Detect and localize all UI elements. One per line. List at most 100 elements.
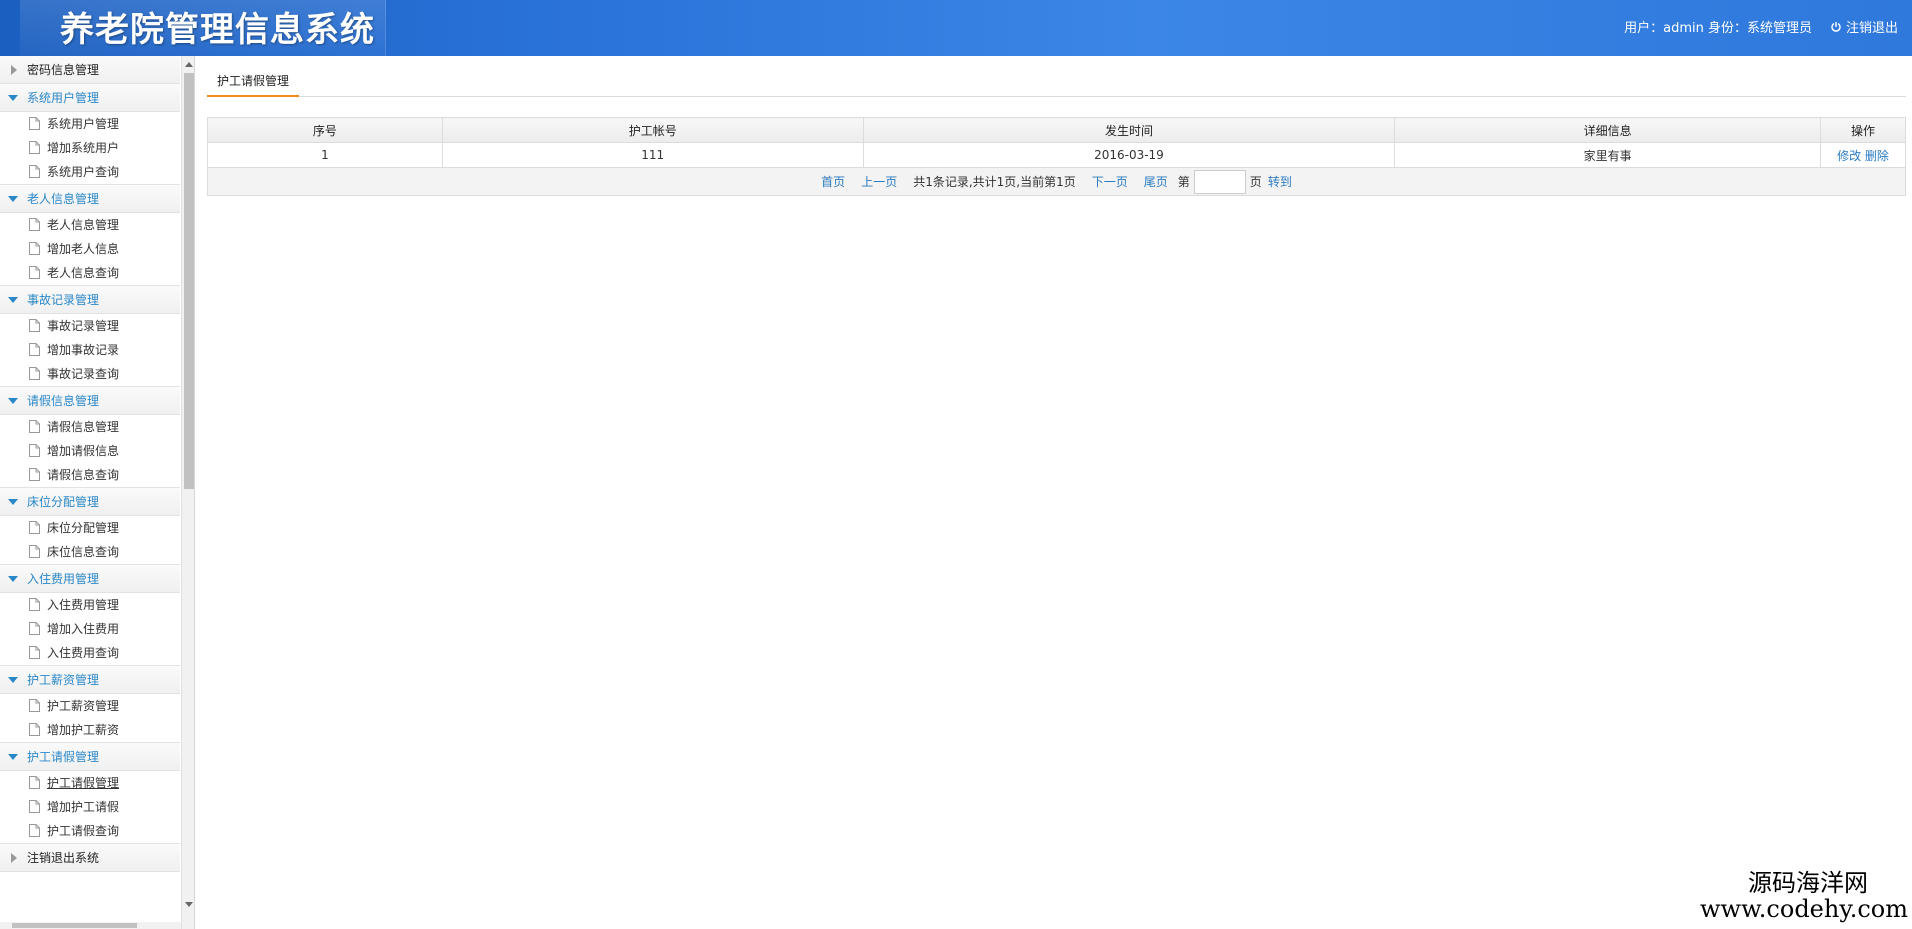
sidebar-group-1[interactable]: 系统用户管理 — [0, 84, 180, 112]
sidebar-item[interactable]: 护工请假查询 — [0, 819, 180, 843]
sidebar-sublist: 护工薪资管理增加护工薪资 — [0, 694, 180, 743]
col-header: 详细信息 — [1394, 117, 1822, 143]
sidebar-item-label: 增加请假信息 — [47, 444, 120, 458]
watermark-cn: 源码海洋网 — [1748, 869, 1868, 897]
sidebar-item-label: 增加护工请假 — [47, 800, 120, 814]
page-suffix: 页 — [1249, 175, 1262, 189]
sidebar-item[interactable]: 增加护工请假 — [0, 795, 180, 819]
last-page-link[interactable]: 尾页 — [1144, 173, 1168, 190]
sidebar-group-8[interactable]: 护工请假管理 — [0, 743, 180, 771]
document-icon — [29, 141, 40, 154]
sidebar-sublist: 护工请假管理 增加护工请假 护工请假查询 — [0, 771, 180, 844]
document-icon — [29, 824, 40, 837]
logout-button[interactable]: 注销退出 — [1830, 17, 1898, 36]
sidebar-item[interactable]: 请假信息管理 — [0, 415, 180, 439]
sidebar-item[interactable]: 护工薪资管理 — [0, 694, 180, 718]
sidebar-hscrollbar[interactable] — [0, 922, 181, 929]
sidebar-item[interactable]: 增加入住费用 — [0, 617, 180, 641]
sidebar-item[interactable]: 护工请假管理 — [0, 771, 180, 795]
cell-account: 111 — [441, 142, 864, 168]
sidebar-item[interactable]: 入住费用管理 — [0, 593, 180, 617]
sidebar-group-5[interactable]: 床位分配管理 — [0, 488, 180, 516]
document-icon — [29, 343, 40, 356]
first-page-link[interactable]: 首页 — [821, 173, 845, 190]
sidebar-item[interactable]: 增加老人信息 — [0, 237, 180, 261]
sidebar-item-label: 入住费用管理 — [47, 598, 120, 612]
sidebar-item-label: 护工请假查询 — [47, 824, 120, 838]
sidebar-group-label: 系统用户管理 — [27, 91, 100, 105]
logout-label: 注销退出 — [1845, 21, 1898, 36]
caret-right-icon — [11, 853, 17, 863]
sidebar-item[interactable]: 系统用户管理 — [0, 112, 180, 136]
sidebar: 密码信息管理 系统用户管理 系统用户管理 增加系统用户 系统用户查询 老人信息管理 老人信息… — [0, 56, 195, 929]
sidebar-item[interactable]: 增加事故记录 — [0, 338, 180, 362]
edit-link[interactable]: 修改 — [1837, 149, 1861, 163]
sidebar-scrollbar[interactable] — [181, 56, 194, 929]
cell-time: 2016-03-19 — [862, 142, 1396, 168]
sidebar-group-0[interactable]: 密码信息管理 — [0, 56, 180, 84]
sidebar-group-label: 护工请假管理 — [27, 750, 100, 764]
caret-down-icon — [8, 499, 18, 505]
sidebar-item-label: 床位分配管理 — [47, 521, 120, 535]
next-page-link[interactable]: 下一页 — [1092, 173, 1128, 190]
document-icon — [29, 420, 40, 433]
scroll-thumb[interactable] — [184, 73, 194, 489]
sidebar-item[interactable]: 入住费用查询 — [0, 641, 180, 665]
sidebar-group-label: 请假信息管理 — [27, 394, 100, 408]
table-row: 1 111 2016-03-19 家里有事 修改 删除 — [207, 142, 1906, 168]
user-info: 用户：admin 身份：系统管理员 — [1624, 21, 1812, 36]
sidebar-item[interactable]: 增加护工薪资 — [0, 718, 180, 742]
caret-down-icon — [8, 576, 18, 582]
prev-page-link[interactable]: 上一页 — [861, 173, 897, 190]
caret-down-icon — [8, 398, 18, 404]
sidebar-item-label: 护工薪资管理 — [47, 699, 120, 713]
sidebar-item[interactable]: 老人信息查询 — [0, 261, 180, 285]
sidebar-sublist: 请假信息管理增加请假信息 请假信息查询 — [0, 415, 180, 488]
sidebar-item-label: 护工请假管理 — [47, 776, 120, 790]
sidebar-group-label: 入住费用管理 — [27, 572, 100, 586]
sidebar-item[interactable]: 事故记录查询 — [0, 362, 180, 386]
sidebar-item-label: 增加事故记录 — [47, 343, 120, 357]
sidebar-group-2[interactable]: 老人信息管理 — [0, 185, 180, 213]
sidebar-group-6[interactable]: 入住费用管理 — [0, 565, 180, 593]
sidebar-item[interactable]: 床位信息查询 — [0, 540, 180, 564]
document-icon — [29, 242, 40, 255]
pager-row: 首页 上一页 共1条记录,共计1页,当前第1页 下一页 尾页 第 页 转到 — [207, 167, 1906, 196]
sidebar-item-label: 系统用户管理 — [47, 117, 120, 131]
caret-down-icon — [8, 677, 18, 683]
sidebar-item-label: 事故记录管理 — [47, 319, 120, 333]
cell-no: 1 — [207, 142, 443, 168]
sidebar-item[interactable]: 增加系统用户 — [0, 136, 180, 160]
sidebar-group-3[interactable]: 事故记录管理 — [0, 286, 180, 314]
document-icon — [29, 218, 40, 231]
col-header: 操作 — [1820, 117, 1906, 143]
sidebar-item-label: 老人信息管理 — [47, 218, 120, 232]
delete-link[interactable]: 删除 — [1865, 149, 1889, 163]
go-page-link[interactable]: 转到 — [1268, 173, 1292, 190]
sidebar-group-7[interactable]: 护工薪资管理 — [0, 666, 180, 694]
scroll-down-icon[interactable] — [185, 902, 193, 907]
tab-caregiver-leave[interactable]: 护工请假管理 — [207, 68, 300, 97]
sidebar-group-label: 密码信息管理 — [27, 63, 100, 77]
sidebar-group-4[interactable]: 请假信息管理 — [0, 387, 180, 415]
col-header: 发生时间 — [862, 117, 1396, 143]
page-number-input[interactable] — [1193, 169, 1246, 194]
sidebar-item[interactable]: 系统用户查询 — [0, 160, 180, 184]
hscroll-thumb[interactable] — [12, 923, 137, 928]
sidebar-item[interactable]: 老人信息管理 — [0, 213, 180, 237]
top-header: 养老院管理信息系统 用户：admin 身份：系统管理员 注销退出 — [0, 0, 1912, 56]
pager: 首页 上一页 共1条记录,共计1页,当前第1页 下一页 尾页 第 页 转到 — [207, 167, 1906, 196]
caret-down-icon — [8, 95, 18, 101]
sidebar-item[interactable]: 床位分配管理 — [0, 516, 180, 540]
sidebar-group-9[interactable]: 注销退出系统 — [0, 844, 180, 872]
sidebar-item[interactable]: 事故记录管理 — [0, 314, 180, 338]
sidebar-item[interactable]: 请假信息查询 — [0, 463, 180, 487]
sidebar-item-label: 请假信息查询 — [47, 468, 120, 482]
sidebar-item[interactable]: 增加请假信息 — [0, 439, 180, 463]
document-icon — [29, 165, 40, 178]
document-icon — [29, 319, 40, 332]
document-icon — [29, 468, 40, 481]
scroll-up-icon[interactable] — [185, 62, 193, 67]
document-icon — [29, 545, 40, 558]
main-content: 护工请假管理 序号 护工帐号 发生时间 详细信息 操作 1 111 2016-0… — [207, 56, 1906, 929]
